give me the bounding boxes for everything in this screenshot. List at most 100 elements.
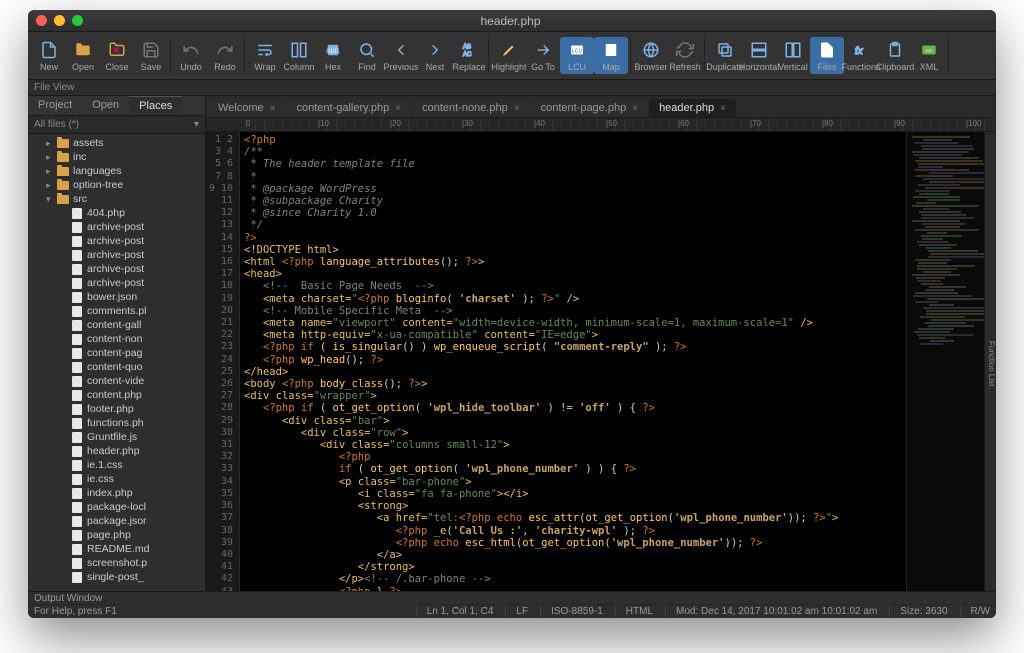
undo-button[interactable]: Undo: [174, 37, 208, 74]
xml-button[interactable]: </>XML: [912, 37, 946, 74]
tree-file[interactable]: comments.pl: [28, 304, 205, 318]
tree-folder[interactable]: ▸option-tree: [28, 178, 205, 192]
minimap[interactable]: [906, 132, 984, 591]
replace-button[interactable]: ABACReplace: [452, 37, 486, 74]
tree-folder[interactable]: ▸assets: [28, 136, 205, 150]
hex-button[interactable]: 0101Hex: [316, 37, 350, 74]
tree-file[interactable]: content-quo: [28, 360, 205, 374]
tree-file[interactable]: bower.json: [28, 290, 205, 304]
doc-tab[interactable]: content-page.php×: [531, 99, 648, 117]
tree-file[interactable]: archive-post: [28, 234, 205, 248]
output-window-label[interactable]: Output Window: [34, 593, 102, 604]
doc-tab[interactable]: Welcome×: [208, 99, 286, 117]
tree-file[interactable]: functions.ph: [28, 416, 205, 430]
doc-tab[interactable]: content-gallery.php×: [287, 99, 412, 117]
tree-file[interactable]: single-post_: [28, 570, 205, 584]
tree-file[interactable]: archive-post: [28, 248, 205, 262]
tree-file[interactable]: archive-post: [28, 220, 205, 234]
tree-item-label: single-post_: [87, 571, 144, 583]
close-icon[interactable]: ×: [270, 103, 276, 114]
close-window-button[interactable]: [36, 15, 47, 26]
tree-folder[interactable]: ▸languages: [28, 164, 205, 178]
tree-file[interactable]: screenshot.p: [28, 556, 205, 570]
tree-file[interactable]: package-locl: [28, 500, 205, 514]
close-icon[interactable]: ×: [720, 103, 726, 114]
tree-file[interactable]: Gruntfile.js: [28, 430, 205, 444]
open-button[interactable]: Open: [66, 37, 100, 74]
vertical-button[interactable]: Vertical: [776, 37, 810, 74]
undo-icon: [180, 39, 202, 61]
sidebar-tab-open[interactable]: Open: [82, 96, 129, 115]
tree-file[interactable]: archive-post: [28, 276, 205, 290]
svg-text:</>: </>: [925, 48, 933, 54]
new-button[interactable]: New: [32, 37, 66, 74]
find-icon: [356, 39, 378, 61]
tree-file[interactable]: package.jsor: [28, 514, 205, 528]
folder-icon: [56, 193, 70, 205]
doc-tab[interactable]: content-none.php×: [412, 99, 529, 117]
function-list-panel[interactable]: Function List: [984, 132, 996, 591]
xml-icon: </>: [918, 39, 940, 61]
goto-button[interactable]: Go To: [526, 37, 560, 74]
tree-file[interactable]: ie.css: [28, 472, 205, 486]
close-button[interactable]: Close: [100, 37, 134, 74]
duplicate-button[interactable]: Duplicate: [708, 37, 742, 74]
tree-file[interactable]: content-non: [28, 332, 205, 346]
tree-file[interactable]: archive-post: [28, 262, 205, 276]
find-button[interactable]: Find: [350, 37, 384, 74]
tree-item-label: archive-post: [87, 235, 144, 247]
code-view[interactable]: <?php /** * The header template file * *…: [240, 132, 906, 591]
save-button[interactable]: Save: [134, 37, 168, 74]
horizontal-button[interactable]: Horizontal: [742, 37, 776, 74]
tree-file[interactable]: footer.php: [28, 402, 205, 416]
sidebar-tab-project[interactable]: Project: [28, 96, 82, 115]
maximize-window-button[interactable]: [72, 15, 83, 26]
sidebar-tab-places[interactable]: Places: [129, 96, 182, 115]
refresh-button[interactable]: Refresh: [668, 37, 702, 74]
tree-item-label: archive-post: [87, 221, 144, 233]
close-icon[interactable]: ×: [395, 103, 401, 114]
tree-file[interactable]: index.php: [28, 486, 205, 500]
tree-file[interactable]: content-gall: [28, 318, 205, 332]
tree-file[interactable]: content-vide: [28, 374, 205, 388]
clipboard-button[interactable]: Clipboard: [878, 37, 912, 74]
tree-folder[interactable]: ▾src: [28, 192, 205, 206]
window-controls: [36, 15, 83, 26]
tree-file[interactable]: header.php: [28, 444, 205, 458]
toolbar-label: Undo: [180, 62, 202, 72]
file-tree[interactable]: ▸assets▸inc▸languages▸option-tree▾src404…: [28, 134, 205, 591]
tree-file[interactable]: page.php: [28, 528, 205, 542]
redo-button[interactable]: Redo: [208, 37, 242, 74]
toolbar-label: Open: [72, 62, 94, 72]
clipboard-icon: [884, 39, 906, 61]
file-icon: [70, 347, 84, 359]
tree-file[interactable]: README.md: [28, 542, 205, 556]
previous-button[interactable]: Previous: [384, 37, 418, 74]
files-button[interactable]: Files: [810, 37, 844, 74]
browser-button[interactable]: Browser: [634, 37, 668, 74]
column-button[interactable]: Column: [282, 37, 316, 74]
doc-tab[interactable]: header.php×: [649, 99, 736, 117]
editor[interactable]: 1 2 3 4 5 6 7 8 9 10 11 12 13 14 15 16 1…: [206, 132, 996, 591]
highlight-button[interactable]: Highlight: [492, 37, 526, 74]
tree-file[interactable]: ie.1.css: [28, 458, 205, 472]
tree-file[interactable]: content-pag: [28, 346, 205, 360]
lcu-button[interactable]: LCULCU: [560, 37, 594, 74]
language-mode[interactable]: HTML: [615, 606, 653, 617]
ruler: 0|10|20|30|40|50|60|70|80|90|100|110: [206, 118, 996, 132]
tree-file[interactable]: 404.php: [28, 206, 205, 220]
next-button[interactable]: Next: [418, 37, 452, 74]
toolbar-label: Hex: [325, 62, 341, 72]
map-button[interactable]: Map: [594, 37, 628, 74]
sidebar-filter[interactable]: All files (*)▾: [28, 116, 205, 134]
tree-folder[interactable]: ▸inc: [28, 150, 205, 164]
close-icon[interactable]: ×: [514, 103, 520, 114]
functions-button[interactable]: fxFunctions: [844, 37, 878, 74]
minimize-window-button[interactable]: [54, 15, 65, 26]
close-icon[interactable]: ×: [632, 103, 638, 114]
file-icon: [70, 557, 84, 569]
line-ending[interactable]: LF: [505, 606, 528, 617]
wrap-button[interactable]: Wrap: [248, 37, 282, 74]
tree-file[interactable]: content.php: [28, 388, 205, 402]
encoding[interactable]: ISO-8859-1: [540, 606, 603, 617]
